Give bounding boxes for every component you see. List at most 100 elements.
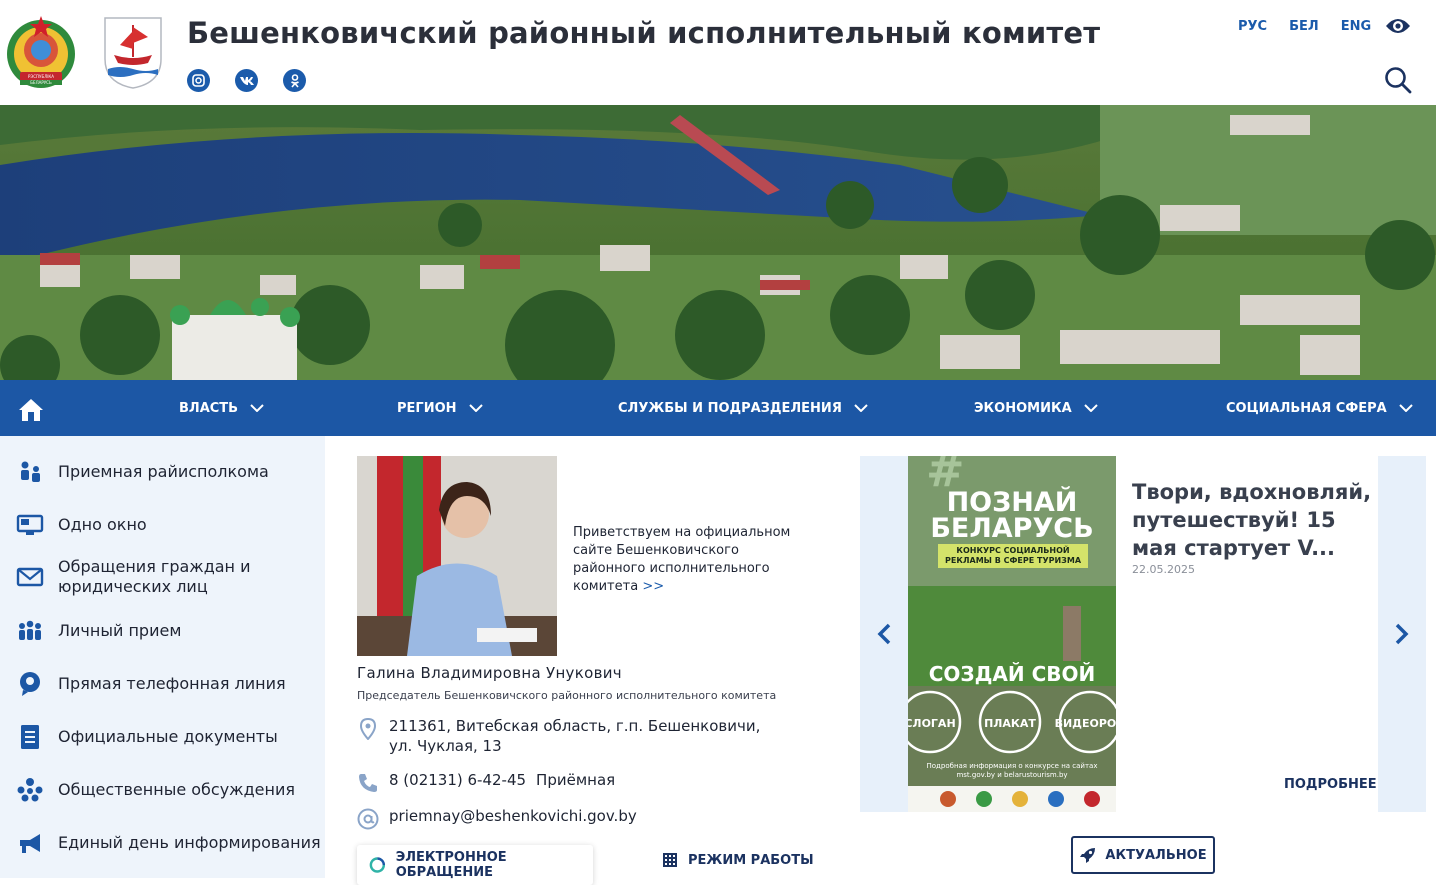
main-navigation: ВЛАСТЬ РЕГИОН СЛУЖБЫ И ПОДРАЗДЕЛЕНИЯ ЭКО… bbox=[0, 380, 1436, 436]
svg-text:БЕЛАРУСЬ: БЕЛАРУСЬ bbox=[30, 80, 52, 85]
sidebar-item-info-day[interactable]: Единый день информирования bbox=[16, 829, 321, 857]
nav-item-label: ВЛАСТЬ bbox=[179, 400, 239, 416]
nav-item-power[interactable]: ВЛАСТЬ bbox=[179, 380, 264, 436]
hero-banner-image bbox=[0, 105, 1436, 380]
calendar-grid-icon bbox=[663, 853, 677, 867]
poster-circle-2: ПЛАКАТ bbox=[984, 717, 1036, 730]
nav-item-services[interactable]: СЛУЖБЫ И ПОДРАЗДЕЛЕНИЯ bbox=[618, 380, 868, 436]
odnoklassniki-icon[interactable] bbox=[283, 69, 306, 92]
nav-item-label: СОЦИАЛЬНАЯ СФЕРА bbox=[1226, 400, 1387, 416]
sidebar-item-label: Официальные документы bbox=[58, 727, 278, 746]
lang-be[interactable]: БЕЛ bbox=[1289, 19, 1319, 34]
headset-icon bbox=[20, 672, 40, 696]
reception-icon bbox=[21, 461, 40, 482]
sidebar-item-label: Приемная райисполкома bbox=[58, 462, 269, 481]
sidebar-item-appeals[interactable]: Обращения граждан и юридических лиц bbox=[16, 557, 258, 597]
work-mode-button[interactable]: РЕЖИМ РАБОТЫ bbox=[662, 852, 814, 868]
news-slider: # ПОЗНАЙ БЕЛАРУСЬ КОНКУРС СОЦИАЛЬНОЙ РЕК… bbox=[860, 456, 1426, 812]
location-pin-icon bbox=[359, 718, 377, 740]
monitor-icon bbox=[16, 514, 44, 535]
svg-text:РЭСПУБЛІКА: РЭСПУБЛІКА bbox=[28, 74, 54, 79]
district-coat-of-arms[interactable] bbox=[102, 15, 164, 90]
chevron-down-icon bbox=[1398, 404, 1413, 412]
sidebar-item-personal-reception[interactable]: Личный прием bbox=[16, 617, 181, 645]
megaphone-icon bbox=[20, 834, 40, 853]
news-date: 22.05.2025 bbox=[1132, 563, 1195, 576]
instagram-icon[interactable] bbox=[187, 69, 210, 92]
sidebar: Приемная райисполкома Одно окно Обращени… bbox=[0, 436, 325, 878]
home-icon[interactable] bbox=[18, 398, 44, 422]
site-header: РЭСПУБЛІКА БЕЛАРУСЬ Бешенковичский район… bbox=[0, 0, 1436, 105]
work-mode-label: РЕЖИМ РАБОТЫ bbox=[688, 852, 814, 868]
greeting-message: Приветствуем на официальном сайте Бешенк… bbox=[573, 525, 791, 594]
slider-prev-button[interactable] bbox=[860, 456, 908, 812]
greeting-more-link[interactable]: >> bbox=[642, 579, 664, 594]
poster-circle-3: ВИДЕОРОЛ bbox=[1055, 717, 1116, 730]
sidebar-item-label: Общественные обсуждения bbox=[58, 780, 295, 799]
at-sign-icon bbox=[357, 808, 379, 830]
community-icon bbox=[17, 778, 43, 802]
lang-en[interactable]: ENG bbox=[1341, 19, 1371, 34]
people-group-icon bbox=[19, 620, 41, 640]
chairman-name: Галина Владимировна Унукович bbox=[357, 664, 622, 682]
document-icon bbox=[21, 725, 39, 749]
envelope-icon bbox=[16, 567, 44, 587]
address-row: 211361, Витебская область, г.п. Бешенков… bbox=[357, 716, 777, 756]
sidebar-item-documents[interactable]: Официальные документы bbox=[16, 723, 278, 751]
search-icon[interactable] bbox=[1384, 66, 1412, 94]
sidebar-item-one-window[interactable]: Одно окно bbox=[16, 511, 147, 539]
nav-item-social[interactable]: СОЦИАЛЬНАЯ СФЕРА bbox=[1226, 380, 1413, 436]
nav-item-label: СЛУЖБЫ И ПОДРАЗДЕЛЕНИЯ bbox=[618, 400, 842, 416]
email-address[interactable]: priemnay@beshenkovichi.gov.by bbox=[389, 806, 637, 826]
news-poster-image[interactable]: # ПОЗНАЙ БЕЛАРУСЬ КОНКУРС СОЦИАЛЬНОЙ РЕК… bbox=[908, 456, 1116, 812]
state-emblem[interactable]: РЭСПУБЛІКА БЕЛАРУСЬ bbox=[4, 14, 78, 90]
chairman-photo bbox=[357, 456, 557, 656]
phone-number[interactable]: 8 (02131) 6-42-45 bbox=[389, 770, 526, 790]
poster-footer: Подробная информация о конкурсе на сайта… bbox=[926, 762, 1098, 779]
actual-news-label: АКТУАЛЬНОЕ bbox=[1105, 847, 1207, 863]
phone-icon bbox=[359, 774, 377, 792]
actual-news-button[interactable]: АКТУАЛЬНОЕ bbox=[1071, 836, 1215, 874]
poster-line2: БЕЛАРУСЬ bbox=[930, 513, 1093, 544]
chevron-down-icon bbox=[468, 404, 483, 412]
email-row: priemnay@beshenkovichi.gov.by bbox=[357, 806, 637, 830]
chevron-right-icon bbox=[1395, 623, 1409, 645]
address-text: 211361, Витебская область, г.п. Бешенков… bbox=[389, 717, 761, 755]
nav-item-label: РЕГИОН bbox=[397, 400, 457, 416]
chevron-down-icon bbox=[1083, 404, 1098, 412]
nav-item-label: ЭКОНОМИКА bbox=[974, 400, 1072, 416]
poster-subtitle: КОНКУРС СОЦИАЛЬНОЙ РЕКЛАМЫ В СФЕРЕ ТУРИЗ… bbox=[944, 546, 1082, 565]
site-title: Бешенковичский районный исполнительный к… bbox=[187, 16, 1101, 50]
nav-item-economy[interactable]: ЭКОНОМИКА bbox=[974, 380, 1098, 436]
rocket-icon bbox=[1080, 848, 1096, 863]
sidebar-item-label: Личный прием bbox=[58, 621, 182, 640]
poster-circle-1: СЛОГАН bbox=[908, 717, 956, 730]
sidebar-item-label: Прямая телефонная линия bbox=[58, 674, 286, 693]
sidebar-item-discussions[interactable]: Общественные обсуждения bbox=[16, 776, 295, 804]
lang-ru[interactable]: РУС bbox=[1238, 19, 1267, 34]
sidebar-item-label: Одно окно bbox=[58, 515, 147, 534]
sidebar-item-reception[interactable]: Приемная райисполкома bbox=[16, 458, 269, 486]
sidebar-item-label: Обращения граждан и юридических лиц bbox=[58, 557, 251, 596]
news-title[interactable]: Твори, вдохновляй, путешествуй! 15 мая с… bbox=[1132, 478, 1372, 562]
phone-label: Приёмная bbox=[536, 771, 616, 789]
refresh-icon bbox=[369, 857, 386, 873]
language-switcher: РУС БЕЛ ENG bbox=[1238, 19, 1371, 34]
poster-cta: СОЗДАЙ СВОЙ bbox=[929, 662, 1096, 686]
social-links bbox=[187, 69, 306, 92]
phone-row: 8 (02131) 6-42-45 Приёмная bbox=[357, 770, 615, 794]
electronic-appeal-label: ЭЛЕКТРОННОЕ ОБРАЩЕНИЕ bbox=[395, 850, 507, 880]
visually-impaired-icon[interactable] bbox=[1385, 17, 1411, 35]
chairman-role: Председатель Бешенковичского районного и… bbox=[357, 689, 777, 702]
sidebar-item-label: Единый день информирования bbox=[58, 833, 321, 852]
chevron-down-icon bbox=[854, 404, 868, 412]
chevron-left-icon bbox=[877, 623, 891, 645]
chevron-down-icon bbox=[250, 404, 264, 412]
sidebar-item-hotline[interactable]: Прямая телефонная линия bbox=[16, 670, 286, 698]
greeting-text: Приветствуем на официальном сайте Бешенк… bbox=[573, 524, 803, 596]
nav-item-region[interactable]: РЕГИОН bbox=[397, 380, 483, 436]
vk-icon[interactable] bbox=[235, 69, 258, 92]
slider-next-button[interactable] bbox=[1378, 456, 1426, 812]
electronic-appeal-button[interactable]: ЭЛЕКТРОННОЕ ОБРАЩЕНИЕ bbox=[357, 845, 593, 885]
news-more-link[interactable]: ПОДРОБНЕЕ bbox=[1284, 777, 1377, 792]
